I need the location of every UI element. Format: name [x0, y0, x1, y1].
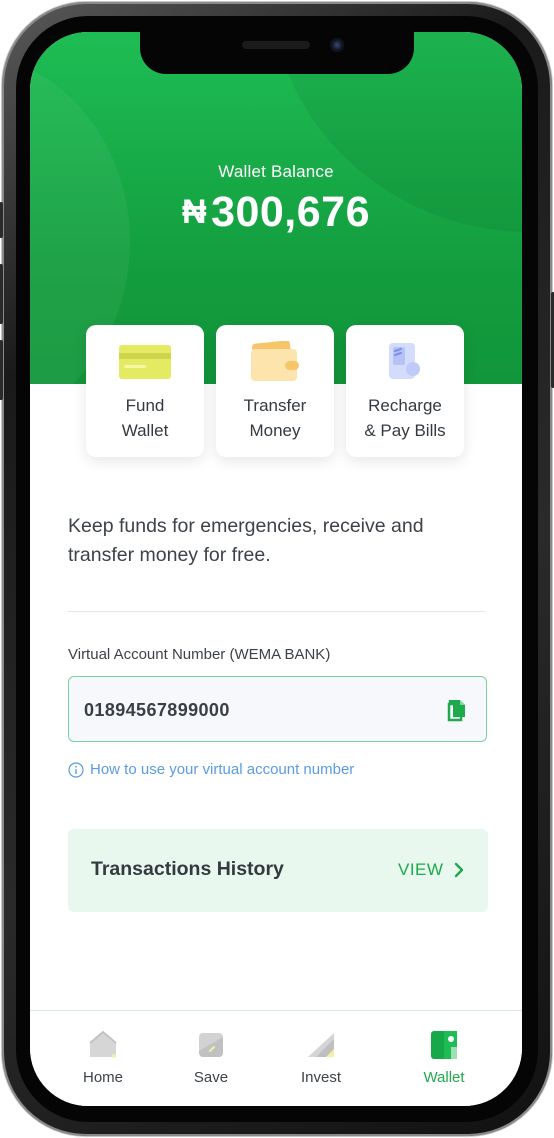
view-transactions-button[interactable]: VIEW: [398, 860, 465, 880]
phone-notch: [140, 32, 414, 74]
nav-label-save: Save: [193, 1069, 229, 1086]
virtual-account-field: 01894567899000: [68, 676, 487, 742]
transfer-money-button[interactable]: Transfer Money: [216, 325, 334, 457]
wallet-icon: [431, 1031, 457, 1059]
fund-wallet-button[interactable]: Fund Wallet: [86, 325, 204, 457]
receipt-icon: [389, 343, 420, 379]
recharge-pay-bills-label: Recharge & Pay Bills: [364, 396, 446, 440]
transfer-money-label: Transfer Money: [243, 396, 307, 440]
wallet-description: Keep funds for emergencies, receive and …: [68, 515, 424, 566]
nav-item-wallet[interactable]: Wallet: [399, 1011, 489, 1106]
transactions-history-title: Transactions History: [91, 858, 284, 880]
invest-icon: [308, 1033, 334, 1057]
nav-item-save[interactable]: Save: [166, 1011, 256, 1106]
phone-volume-up-button: [0, 264, 3, 324]
nav-label-home: Home: [82, 1069, 123, 1086]
view-label: VIEW: [398, 860, 444, 879]
card-icon: [119, 345, 171, 379]
wallet-balance-label: Wallet Balance: [218, 162, 334, 181]
app-screen: Wallet Balance ₦300,676 Fund Wallet Tran…: [30, 32, 522, 1106]
copy-icon[interactable]: [445, 697, 469, 723]
chevron-right-icon: [455, 862, 464, 878]
nav-item-home[interactable]: Home: [58, 1011, 148, 1106]
recharge-pay-bills-button[interactable]: Recharge & Pay Bills: [346, 325, 464, 457]
nav-label-invest: Invest: [300, 1069, 342, 1086]
balance-value: 300,676: [211, 188, 370, 236]
bottom-navigation: Home Save Invest Wallet: [30, 1010, 522, 1106]
info-icon: [68, 761, 84, 778]
nav-item-invest[interactable]: Invest: [276, 1011, 366, 1106]
home-icon: [89, 1030, 117, 1058]
currency-symbol: ₦: [182, 193, 208, 231]
phone-volume-down-button: [0, 340, 3, 400]
fund-wallet-label: Fund Wallet: [121, 396, 169, 440]
virtual-account-label: Virtual Account Number (WEMA BANK): [68, 646, 331, 663]
transactions-history-card[interactable]: Transactions History VIEW: [68, 829, 488, 912]
help-link-text: How to use your virtual account number: [90, 761, 355, 778]
nav-label-wallet: Wallet: [423, 1069, 465, 1086]
wallet-balance-amount: ₦300,676: [30, 188, 522, 237]
divider: [68, 611, 485, 612]
wallet-icon: [251, 341, 299, 381]
virtual-account-number: 01894567899000: [84, 700, 230, 720]
phone-side-button: [0, 202, 3, 238]
camera-icon: [330, 38, 344, 52]
save-icon: [199, 1033, 223, 1057]
virtual-account-help-link[interactable]: How to use your virtual account number: [68, 761, 354, 778]
